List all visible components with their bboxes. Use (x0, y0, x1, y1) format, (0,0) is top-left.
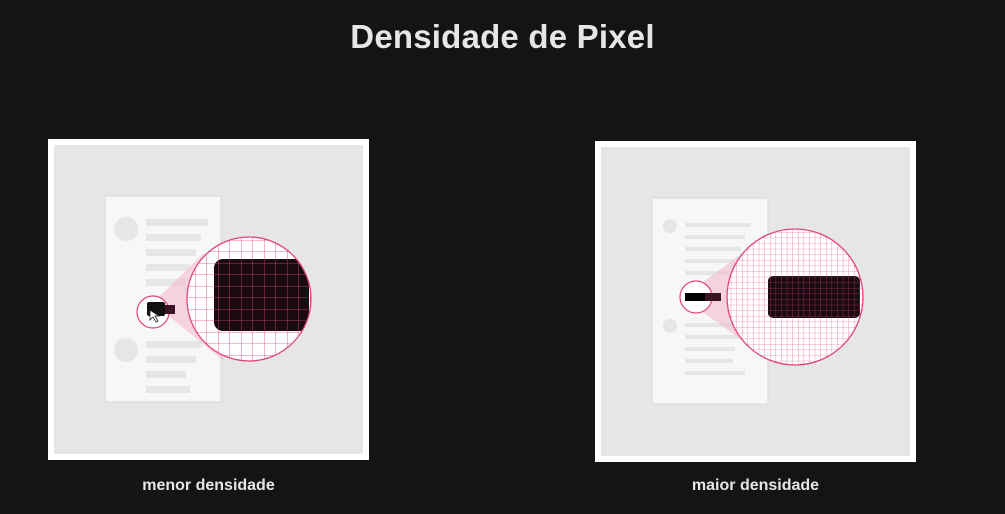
low-density-svg (104, 195, 312, 403)
low-density-canvas (54, 145, 363, 454)
low-density-illustration (48, 139, 369, 460)
high-density-canvas (601, 147, 910, 456)
page-title: Densidade de Pixel (350, 18, 655, 55)
high-density-svg (651, 197, 864, 405)
high-density-illustration (595, 141, 916, 462)
low-density-caption: menor densidade (142, 477, 275, 494)
high-density-caption: maior densidade (691, 477, 820, 494)
